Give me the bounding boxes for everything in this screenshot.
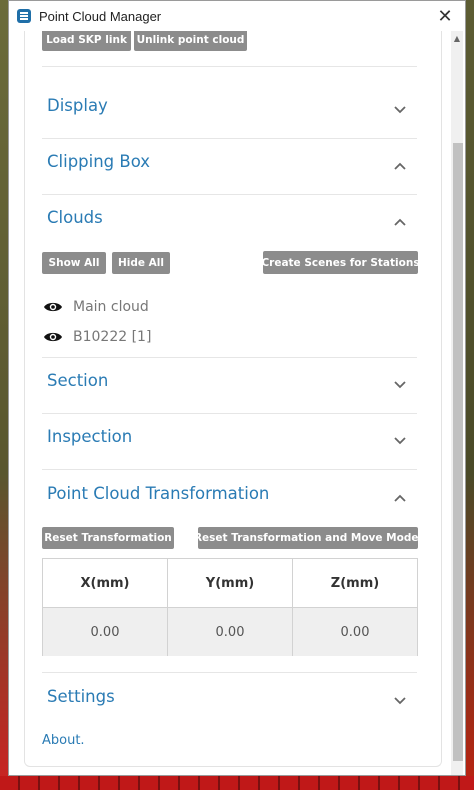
unlink-point-cloud-button[interactable]: Unlink point cloud [134, 31, 247, 51]
divider [42, 66, 417, 67]
reset-transformation-button[interactable]: Reset Transformation [42, 527, 174, 549]
column-header-x: X(mm) [43, 559, 168, 607]
chevron-down-icon[interactable] [393, 434, 407, 448]
divider [42, 138, 417, 139]
section-title-section[interactable]: Section [47, 371, 108, 390]
scroll-up-arrow-icon[interactable]: ▲ [451, 31, 463, 45]
section-title-inspection[interactable]: Inspection [47, 427, 132, 446]
cloud-list-item[interactable]: Main cloud [43, 299, 149, 315]
close-button[interactable]: ✕ [433, 5, 457, 27]
divider [42, 469, 417, 470]
section-title-display[interactable]: Display [47, 96, 108, 115]
eye-icon[interactable] [43, 300, 63, 314]
cloud-name: Main cloud [73, 299, 149, 315]
title-bar: Point Cloud Manager ✕ [9, 1, 465, 31]
section-title-point-cloud-transformation[interactable]: Point Cloud Transformation [47, 484, 269, 503]
column-header-z: Z(mm) [330, 575, 380, 591]
scroll-area: Load SKP link Unlink point cloud Display… [9, 31, 465, 775]
create-scenes-for-stations-button[interactable]: Create Scenes for Stations [261, 251, 420, 274]
chevron-up-icon[interactable] [393, 215, 407, 229]
divider [42, 357, 417, 358]
desktop-background-right [466, 0, 474, 790]
divider [42, 413, 417, 414]
chevron-down-icon[interactable] [393, 103, 407, 117]
divider [42, 672, 417, 673]
show-all-button[interactable]: Show All [42, 252, 106, 274]
section-title-clipping-box[interactable]: Clipping Box [47, 152, 150, 171]
table-row: 0.00 0.00 0.00 [43, 608, 417, 656]
divider [42, 194, 417, 195]
panel-content: Load SKP link Unlink point cloud Display… [24, 31, 442, 767]
load-skp-link-button[interactable]: Load SKP link [42, 31, 131, 51]
section-title-clouds[interactable]: Clouds [47, 208, 103, 227]
chevron-down-icon[interactable] [393, 694, 407, 708]
chevron-down-icon[interactable] [393, 378, 407, 392]
column-header-y: Y(mm) [168, 559, 293, 607]
cloud-name: B10222 [1] [73, 329, 152, 345]
about-link[interactable]: About. [42, 733, 85, 748]
section-title-settings[interactable]: Settings [47, 687, 115, 706]
eye-icon[interactable] [43, 330, 63, 344]
point-cloud-manager-window: Point Cloud Manager ✕ Load SKP link Unli… [8, 0, 466, 776]
vertical-scrollbar[interactable]: ▲ [451, 31, 463, 775]
transformation-table: X(mm) Y(mm) Z(mm) 0.00 0.00 0.00 [42, 558, 418, 656]
table-header-row: X(mm) Y(mm) Z(mm) [43, 559, 417, 608]
x-value-cell[interactable]: 0.00 [43, 608, 168, 656]
scroll-thumb[interactable] [453, 143, 463, 761]
hide-all-button[interactable]: Hide All [112, 252, 170, 274]
app-logo-icon [17, 9, 31, 23]
desktop-background-bottom [0, 776, 474, 790]
reset-transformation-and-move-model-button[interactable]: Reset Transformation and Move Model [194, 527, 422, 549]
chevron-up-icon[interactable] [393, 491, 407, 505]
z-value-cell[interactable]: 0.00 [293, 608, 417, 656]
chevron-up-icon[interactable] [393, 159, 407, 173]
cloud-list-item[interactable]: B10222 [1] [43, 329, 151, 345]
y-value-cell[interactable]: 0.00 [168, 608, 293, 656]
window-title: Point Cloud Manager [39, 8, 162, 24]
